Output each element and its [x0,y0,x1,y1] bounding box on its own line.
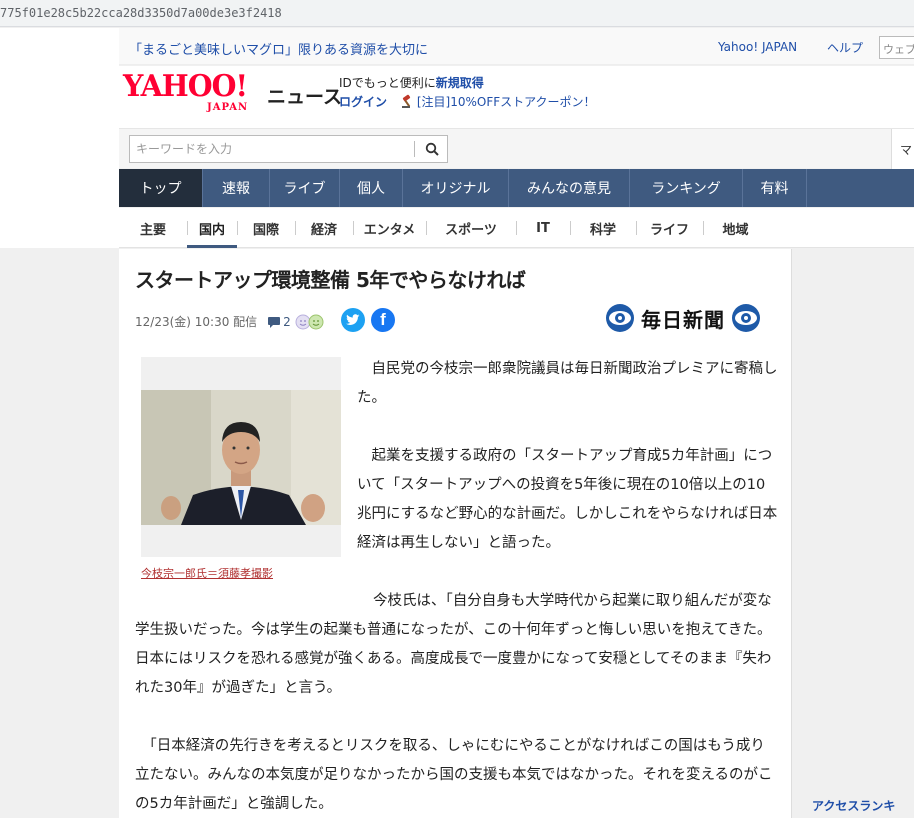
login-link[interactable]: ログイン [339,95,387,109]
twitter-icon [346,314,360,325]
search-input[interactable] [130,136,415,162]
facebook-share-button[interactable]: f [371,308,395,332]
comments-link[interactable]: 2 [267,315,291,329]
signup-link[interactable]: 新規取得 [436,76,484,90]
url-text[interactable]: 775f01e28c5b22cca28d3350d7a00de3e3f2418 [0,6,282,20]
article-photo [141,390,341,525]
article-paragraph: 「日本経済の先行きを考えるとリスクを取る、しゃにむにやることがなければこの国はも… [135,738,773,812]
reaction-icons[interactable] [295,314,325,330]
search-button[interactable] [417,136,447,162]
article-paragraph: 自民党の今枝宗一郎衆院議員は毎日新聞政治プレミアに寄稿した。 [357,361,778,406]
nav-tab-live[interactable]: ライブ [270,169,340,207]
search-box [129,135,448,163]
gavel-icon [401,94,410,108]
category-science[interactable]: 科学 [570,208,636,248]
comment-count: 2 [283,314,291,329]
category-entertainment[interactable]: エンタメ [353,208,426,248]
nav-tab-individual[interactable]: 個人 [340,169,403,207]
browser-address-bar[interactable]: 775f01e28c5b22cca28d3350d7a00de3e3f2418 [0,0,914,27]
logo-japan-text: JAPAN [207,102,249,113]
search-divider [414,141,415,157]
share-buttons: f [341,308,395,332]
page-margin [0,28,119,248]
category-main[interactable]: 主要 [119,208,187,248]
search-icon [425,142,439,156]
publisher-logo[interactable]: 毎日新聞 [605,303,761,333]
publish-date: 12/23(金) 10:30 配信 [135,315,258,329]
access-ranking-heading[interactable]: アクセスランキ [812,797,895,814]
nav-tab-original[interactable]: オリジナル [403,169,509,207]
promo-link[interactable]: 「まるごと美味しいマグロ」限りある資源を大切に [129,39,428,58]
nav-tab-ranking[interactable]: ランキング [630,169,743,207]
yahoo-news-logo[interactable]: YAHOO! JAPAN ニュース [123,69,342,114]
article-title: スタートアップ環境整備 5年でやらなければ [135,268,526,292]
category-it[interactable]: IT [516,208,570,248]
nav-tab-paid[interactable]: 有料 [743,169,807,207]
coupon-link[interactable]: [注目]10%OFFストアクーポン！ [417,95,596,109]
comment-icon [268,316,281,328]
smiley-icon [295,314,324,329]
nav-tab-top[interactable]: トップ [119,169,203,207]
mainichi-emblem-icon [732,304,760,332]
publisher-name: 毎日新聞 [641,307,725,332]
category-life[interactable]: ライフ [636,208,703,248]
id-promo-text: IDでもっと便利に [339,76,436,90]
article-meta: 12/23(金) 10:30 配信 2 [135,313,325,330]
category-navigation: 主要 国内 国際 経済 エンタメ スポーツ IT 科学 ライフ 地域 [119,208,914,248]
photo-caption[interactable]: 今枝宗一郎氏＝須藤孝撮影 [141,565,273,581]
article-photo-frame[interactable] [141,357,341,557]
top-utility-bar: 「まるごと美味しいマグロ」限りある資源を大切に Yahoo! JAPAN ヘルプ… [119,28,914,65]
category-economy[interactable]: 経済 [295,208,353,248]
category-sports[interactable]: スポーツ [426,208,516,248]
right-edge-tab[interactable]: マ [891,129,914,169]
mainichi-emblem-icon [606,304,634,332]
article-paragraph: 今枝氏は、「自分自身も大学時代から起業に取り組んだが変な学生扱いだった。今は学生… [135,593,772,696]
help-link[interactable]: ヘルプ [827,39,863,56]
nav-tab-opinion[interactable]: みんなの意見 [509,169,630,207]
web-search-input[interactable]: ウェブ [879,36,914,59]
yahoo-japan-link[interactable]: Yahoo! JAPAN [718,40,797,54]
main-navigation: トップ 速報 ライブ 個人 オリジナル みんなの意見 ランキング 有料 [119,169,914,207]
nav-tab-breaking[interactable]: 速報 [203,169,270,207]
category-domestic[interactable]: 国内 [187,208,237,248]
logo-yahoo-text: YAHOO! [123,69,248,104]
article-paragraph: 起業を支援する政府の「スタートアップ育成5カ年計画」について「スタートアップへの… [357,448,778,551]
category-region[interactable]: 地域 [703,208,768,248]
login-line: ログイン [注目]10%OFFストアクーポン！ [339,93,596,110]
site-header: YAHOO! JAPAN ニュース IDでもっと便利に新規取得 ログイン [注目… [119,66,914,128]
twitter-share-button[interactable] [341,308,365,332]
facebook-icon: f [380,310,386,329]
logo-news-text: ニュース [267,86,343,108]
category-international[interactable]: 国際 [237,208,295,248]
search-row: マ [119,128,914,169]
id-promo-line: IDでもっと便利に新規取得 [339,74,484,91]
article-body: スタートアップ環境整備 5年でやらなければ 12/23(金) 10:30 配信 … [119,249,792,818]
